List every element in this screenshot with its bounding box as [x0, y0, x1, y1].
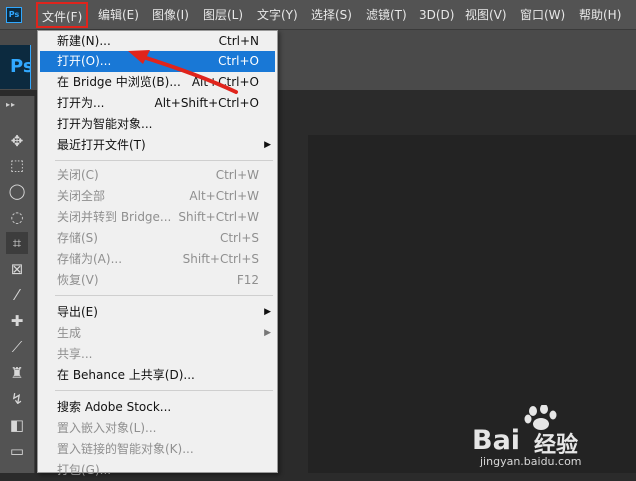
tools-panel: ▸▸ ✥ ⬚ ◯ ◌ ⌗ ⊠ ⁄ ✚ ⟋ ♜ ↯ ◧ ▭	[0, 96, 35, 473]
stamp-tool-icon[interactable]: ♜	[6, 362, 28, 384]
watermark-url: jingyan.baidu.com	[480, 455, 582, 468]
menu-item-open-as-smart-object[interactable]: 打开为智能对象...	[40, 114, 275, 135]
photoshop-logo: Ps	[6, 7, 22, 23]
eyedropper-tool-icon[interactable]: ⁄	[6, 284, 28, 306]
menu-layer[interactable]: 图层(L)	[203, 0, 243, 30]
menu-item-recent-files[interactable]: 最近打开文件(T) ▶	[40, 135, 275, 156]
menu-item-place-linked[interactable]: 置入链接的智能对象(K)...	[40, 439, 275, 460]
menu-item-revert[interactable]: 恢复(V) F12	[40, 270, 275, 291]
quick-selection-tool-icon[interactable]: ◌	[6, 206, 28, 228]
menu-item-close-and-go-to-bridge[interactable]: 关闭并转到 Bridge... Shift+Ctrl+W	[40, 207, 275, 228]
menu-window[interactable]: 窗口(W)	[520, 0, 565, 30]
menu-item-open-as[interactable]: 打开为... Alt+Shift+Ctrl+O	[40, 93, 275, 114]
menu-item-export[interactable]: 导出(E) ▶	[40, 302, 275, 323]
eraser-tool-icon[interactable]: ◧	[6, 414, 28, 436]
crop-tool-icon[interactable]: ⌗	[6, 232, 28, 254]
move-tool-icon[interactable]: ✥	[6, 130, 28, 152]
baidu-jingyan-watermark: Bai 经验 jingyan.baidu.com	[472, 405, 622, 469]
menu-item-package[interactable]: 打包(G)...	[40, 460, 275, 481]
menu-view[interactable]: 视图(V)	[465, 0, 507, 30]
brush-tool-icon[interactable]: ⟋	[6, 336, 28, 358]
watermark-logo: Bai	[472, 425, 521, 456]
submenu-arrow-icon: ▶	[264, 307, 271, 317]
menu-item-place-embedded[interactable]: 置入嵌入对象(L)...	[40, 418, 275, 439]
collapse-panel-icon[interactable]: ▸▸	[6, 100, 16, 109]
menu-separator	[55, 160, 273, 161]
menu-item-share-on-behance[interactable]: 在 Behance 上共享(D)...	[40, 365, 275, 386]
menu-item-browse-in-bridge[interactable]: 在 Bridge 中浏览(B)... Alt+Ctrl+O	[40, 72, 275, 93]
frame-tool-icon[interactable]: ⊠	[6, 258, 28, 280]
healing-brush-tool-icon[interactable]: ✚	[6, 310, 28, 332]
menu-item-save-as[interactable]: 存储为(A)... Shift+Ctrl+S	[40, 249, 275, 270]
menu-item-search-adobe-stock[interactable]: 搜索 Adobe Stock...	[40, 397, 275, 418]
submenu-arrow-icon: ▶	[264, 328, 271, 338]
menu-item-open[interactable]: 打开(O)... Ctrl+O	[40, 51, 275, 72]
menu-filter[interactable]: 滤镜(T)	[366, 0, 407, 30]
menu-item-close-all[interactable]: 关闭全部 Alt+Ctrl+W	[40, 186, 275, 207]
menu-separator	[55, 390, 273, 391]
lasso-tool-icon[interactable]: ◯	[6, 180, 28, 202]
history-brush-tool-icon[interactable]: ↯	[6, 388, 28, 410]
menu-item-close[interactable]: 关闭(C) Ctrl+W	[40, 165, 275, 186]
marquee-tool-icon[interactable]: ⬚	[6, 154, 28, 176]
menu-item-share[interactable]: 共享...	[40, 344, 275, 365]
menu-help[interactable]: 帮助(H)	[579, 0, 621, 30]
submenu-arrow-icon: ▶	[264, 140, 271, 150]
photoshop-splash-logo: Ps	[0, 45, 31, 89]
menu-item-save[interactable]: 存储(S) Ctrl+S	[40, 228, 275, 249]
menu-3d[interactable]: 3D(D)	[419, 0, 454, 30]
menu-item-new[interactable]: 新建(N)... Ctrl+N	[40, 31, 275, 52]
gradient-tool-icon[interactable]: ▭	[6, 440, 28, 462]
menu-select[interactable]: 选择(S)	[311, 0, 352, 30]
menu-image[interactable]: 图像(I)	[152, 0, 189, 30]
menu-bar: Ps 文件(F) 编辑(E) 图像(I) 图层(L) 文字(Y) 选择(S) 滤…	[0, 0, 636, 30]
file-menu-dropdown: 新建(N)... Ctrl+N 打开(O)... Ctrl+O 在 Bridge 中…	[37, 30, 278, 477]
menu-item-generate[interactable]: 生成 ▶	[40, 323, 275, 344]
menu-separator	[55, 295, 273, 296]
menu-file[interactable]: 文件(F)	[36, 2, 89, 28]
menu-edit[interactable]: 编辑(E)	[98, 0, 139, 30]
menu-type[interactable]: 文字(Y)	[257, 0, 298, 30]
